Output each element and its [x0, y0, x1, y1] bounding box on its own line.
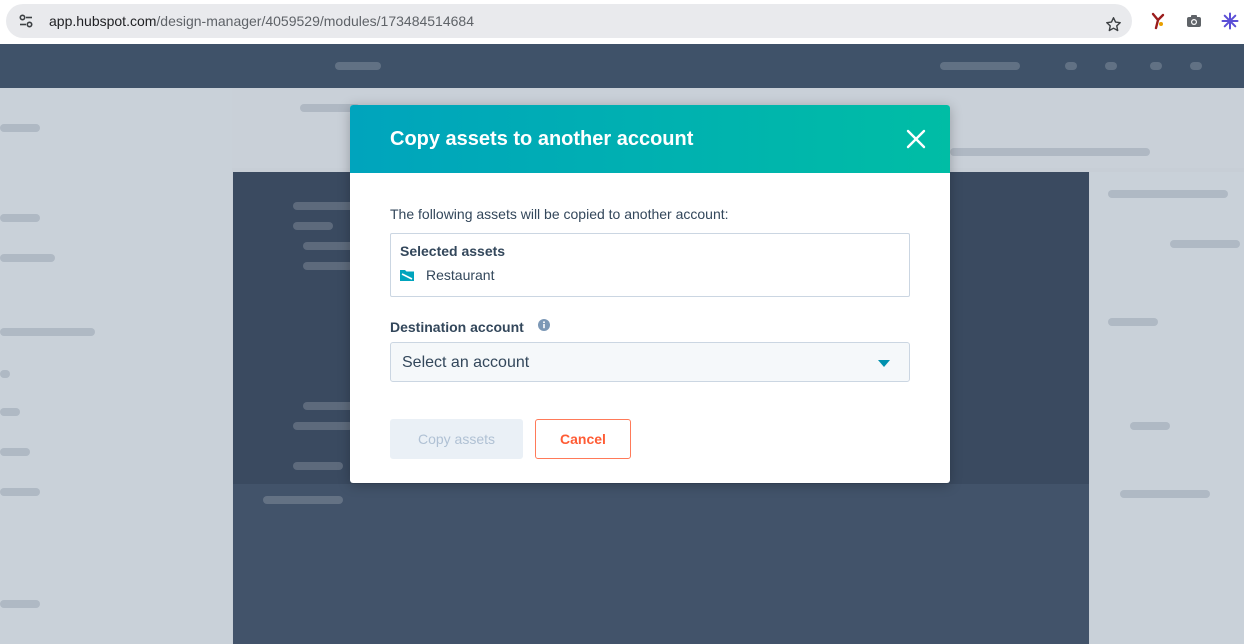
code-line-placeholder — [293, 222, 333, 230]
selected-assets-box: Selected assets Restaurant — [390, 233, 910, 297]
sidebar-placeholder — [0, 370, 10, 378]
code-line-placeholder — [293, 462, 343, 470]
copy-assets-button[interactable]: Copy assets — [390, 419, 523, 459]
url-path: /design-manager/4059529/modules/17348451… — [156, 13, 474, 29]
site-info-icon[interactable] — [19, 14, 33, 28]
snowflake-extension-icon[interactable] — [1221, 12, 1239, 30]
address-bar[interactable]: app.hubspot.com/design-manager/4059529/m… — [6, 4, 1132, 38]
code-editor-lower-panel — [233, 484, 1089, 644]
extension-icon[interactable] — [1149, 12, 1167, 30]
file-tree-sidebar — [0, 88, 232, 644]
close-icon[interactable] — [902, 125, 930, 153]
nav-placeholder — [1065, 62, 1077, 70]
code-line-placeholder — [263, 496, 343, 504]
nav-placeholder — [1190, 62, 1202, 70]
camera-icon[interactable] — [1185, 12, 1203, 30]
sidebar-placeholder — [0, 408, 20, 416]
module-icon — [400, 270, 414, 281]
browser-toolbar: app.hubspot.com/design-manager/4059529/m… — [0, 0, 1244, 44]
dialog-description: The following assets will be copied to a… — [390, 206, 729, 222]
destination-account-label: Destination account — [390, 319, 524, 335]
url-text[interactable]: app.hubspot.com/design-manager/4059529/m… — [49, 13, 474, 29]
sidebar-placeholder — [0, 124, 40, 132]
sidebar-placeholder — [1120, 490, 1210, 498]
app-top-navigation — [0, 44, 1244, 88]
sidebar-placeholder — [1130, 422, 1170, 430]
copy-assets-dialog: Copy assets to another account The follo… — [350, 105, 950, 483]
sidebar-placeholder — [0, 254, 55, 262]
caret-down-icon — [878, 360, 890, 367]
sidebar-placeholder — [1108, 318, 1158, 326]
sidebar-placeholder — [0, 328, 95, 336]
sidebar-placeholder — [1170, 240, 1240, 248]
nav-placeholder — [335, 62, 381, 70]
subnav-placeholder — [950, 148, 1150, 156]
destination-account-select[interactable]: Select an account — [390, 342, 910, 382]
nav-placeholder — [940, 62, 1020, 70]
sidebar-placeholder — [0, 488, 40, 496]
url-host: app.hubspot.com — [49, 13, 157, 29]
dialog-title: Copy assets to another account — [390, 128, 694, 150]
bookmark-star-icon[interactable] — [1105, 16, 1122, 33]
asset-name: Restaurant — [426, 267, 495, 283]
sidebar-placeholder — [0, 448, 30, 456]
nav-placeholder — [1150, 62, 1162, 70]
module-settings-sidebar — [1090, 172, 1244, 644]
code-line-placeholder — [303, 262, 353, 270]
info-icon[interactable] — [538, 319, 550, 331]
cancel-button[interactable]: Cancel — [535, 419, 631, 459]
sidebar-placeholder — [1108, 190, 1228, 198]
selected-assets-heading: Selected assets — [400, 243, 506, 259]
destination-account-placeholder: Select an account — [402, 354, 530, 371]
sidebar-placeholder — [0, 600, 40, 608]
dialog-header: Copy assets to another account — [350, 105, 950, 173]
sidebar-placeholder — [0, 214, 40, 222]
nav-placeholder — [1105, 62, 1117, 70]
code-line-placeholder — [293, 422, 353, 430]
